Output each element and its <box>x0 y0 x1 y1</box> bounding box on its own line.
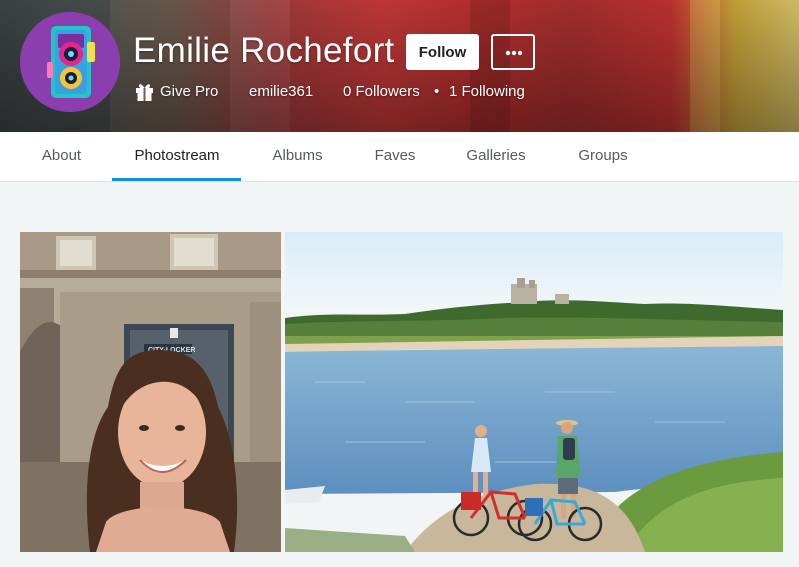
following-link[interactable]: 1 Following <box>449 83 525 105</box>
profile-page: Emilie Rochefort Follow Give Pro emilie3… <box>0 0 799 567</box>
river-cyclists-photo <box>285 232 783 552</box>
profile-name: Emilie Rochefort <box>133 31 395 70</box>
avatar[interactable] <box>20 12 120 112</box>
photo-thumbnail[interactable]: CITY-LOCKER <box>20 232 281 552</box>
gift-icon <box>136 84 153 101</box>
stats-separator: • <box>434 83 440 100</box>
tab-albums[interactable]: Albums <box>271 132 324 182</box>
active-tab-indicator <box>112 178 241 181</box>
tab-groups[interactable]: Groups <box>577 132 629 182</box>
tab-galleries[interactable]: Galleries <box>465 132 527 182</box>
more-dots-icon <box>505 50 523 56</box>
follow-button[interactable]: Follow <box>406 34 479 70</box>
selfie-photo: CITY-LOCKER <box>20 232 281 552</box>
followers-link[interactable]: 0 Followers <box>343 83 420 105</box>
profile-tabs: About Photostream Albums Faves Galleries… <box>0 132 799 182</box>
tab-faves[interactable]: Faves <box>374 132 416 182</box>
tab-about[interactable]: About <box>40 132 83 182</box>
give-pro-link[interactable]: Give Pro <box>160 83 218 105</box>
tab-photostream[interactable]: Photostream <box>132 132 222 182</box>
more-options-button[interactable] <box>491 34 535 70</box>
photo-thumbnail[interactable] <box>285 232 783 552</box>
username: emilie361 <box>249 83 314 100</box>
camera-avatar-icon <box>20 12 120 112</box>
